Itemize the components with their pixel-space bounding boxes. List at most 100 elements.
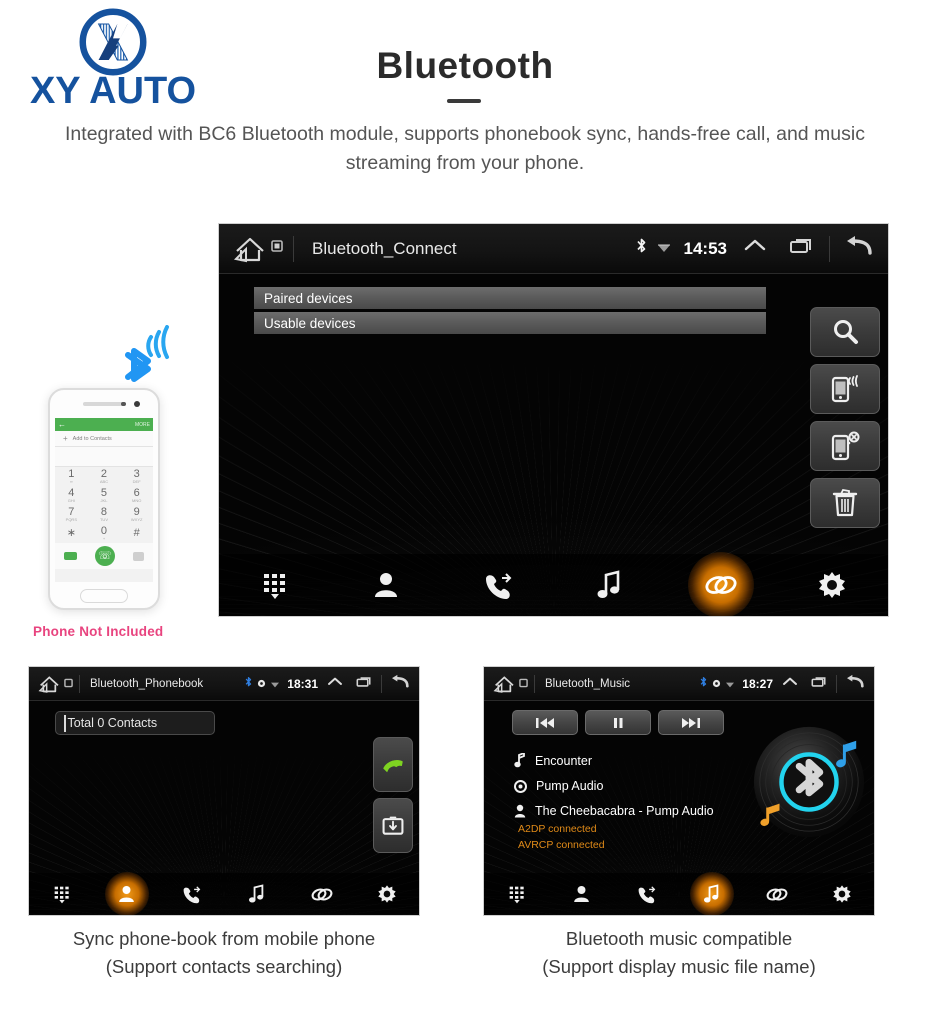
key-digit: # bbox=[133, 527, 140, 539]
status-icons: 14:53 bbox=[635, 235, 874, 262]
phone-key[interactable]: 8 TUV bbox=[88, 505, 121, 524]
phone-home-button[interactable] bbox=[80, 589, 128, 603]
nav-dialpad[interactable] bbox=[238, 557, 312, 613]
chevron-up-icon[interactable] bbox=[782, 675, 798, 693]
connect-device-button[interactable] bbox=[810, 364, 880, 414]
home-icon[interactable] bbox=[233, 234, 269, 264]
track-metadata: Encounter Pump Audio The Cheebacabra - P… bbox=[514, 753, 764, 854]
back-arrow-icon[interactable] bbox=[845, 674, 865, 694]
usable-devices-row[interactable]: Usable devices bbox=[254, 312, 766, 334]
phone-screen: ← MORE + Add to Contacts 1 ∞ 2 ABC 3 DEF 4G… bbox=[55, 418, 153, 582]
nav-call-history[interactable] bbox=[169, 875, 215, 913]
album-art bbox=[750, 723, 868, 841]
paired-devices-row[interactable]: Paired devices bbox=[254, 287, 766, 309]
screen-title: Bluetooth_Music bbox=[545, 677, 631, 690]
phone-disconnect-icon bbox=[831, 431, 860, 461]
nav-contacts[interactable] bbox=[559, 875, 605, 913]
phone-key[interactable]: # bbox=[120, 524, 153, 543]
next-button[interactable] bbox=[658, 710, 724, 735]
gear-icon bbox=[832, 885, 851, 903]
usable-devices-label: Usable devices bbox=[264, 315, 356, 331]
phone-key[interactable]: 7 PQRS bbox=[55, 505, 88, 524]
nav-connection[interactable] bbox=[754, 875, 800, 913]
phone-key[interactable]: 1 ∞ bbox=[55, 467, 88, 486]
nav-contacts[interactable] bbox=[104, 875, 150, 913]
phone-key[interactable]: 0 + bbox=[88, 524, 121, 543]
phone-key[interactable]: 2 ABC bbox=[88, 467, 121, 486]
bottom-nav[interactable] bbox=[29, 873, 419, 915]
recent-apps-icon[interactable] bbox=[811, 675, 828, 693]
plus-icon: + bbox=[63, 434, 68, 443]
bottom-nav[interactable] bbox=[484, 873, 874, 915]
dialpad-icon bbox=[509, 886, 524, 904]
track-title-row: Encounter bbox=[514, 753, 764, 768]
key-sub: MNO bbox=[131, 498, 142, 503]
recent-apps-icon[interactable] bbox=[356, 675, 373, 693]
call-icon[interactable]: ☏ bbox=[95, 546, 115, 566]
phone-key[interactable]: 5 JKL bbox=[88, 486, 121, 505]
nav-connection[interactable] bbox=[299, 875, 345, 913]
delete-device-button[interactable] bbox=[810, 478, 880, 528]
phone-dialpad[interactable]: 1 ∞ 2 ABC 3 DEF 4 GHI 5 JKL 6 MNO 7 PQRS 8 TUV 9… bbox=[55, 467, 153, 543]
phone-key[interactable]: 6 MNO bbox=[120, 486, 153, 505]
nav-music[interactable] bbox=[689, 875, 735, 913]
phonebook-caption: Sync phone-book from mobile phone (Suppo… bbox=[29, 925, 419, 981]
nav-call-history[interactable] bbox=[624, 875, 670, 913]
previous-track-icon bbox=[536, 717, 554, 728]
pause-icon bbox=[614, 717, 623, 728]
disc-icon bbox=[514, 779, 527, 793]
phone-key[interactable]: 4 GHI bbox=[55, 486, 88, 505]
nav-music[interactable] bbox=[572, 557, 646, 613]
transport-controls[interactable] bbox=[512, 710, 724, 735]
screen-title: Bluetooth_Phonebook bbox=[90, 677, 204, 690]
home-icon[interactable] bbox=[493, 674, 517, 694]
back-arrow-icon[interactable] bbox=[390, 674, 410, 694]
chevron-up-icon[interactable] bbox=[327, 675, 343, 693]
phone-speaker bbox=[83, 402, 125, 406]
phone-more-button[interactable]: MORE bbox=[135, 422, 150, 428]
contacts-icon bbox=[375, 573, 398, 597]
search-devices-button[interactable] bbox=[810, 307, 880, 357]
clock: 18:31 bbox=[287, 676, 318, 691]
previous-button[interactable] bbox=[512, 710, 578, 735]
download-contacts-icon bbox=[382, 816, 404, 835]
dial-button[interactable] bbox=[373, 737, 413, 792]
phone-key[interactable]: ∗ bbox=[55, 524, 88, 543]
nav-settings[interactable] bbox=[819, 875, 865, 913]
phone-add-contact-label: Add to Contacts bbox=[72, 435, 112, 442]
home-icon[interactable] bbox=[38, 674, 62, 694]
nav-settings[interactable] bbox=[364, 875, 410, 913]
phone-add-contact-row[interactable]: + Add to Contacts bbox=[55, 431, 153, 447]
nav-dialpad[interactable] bbox=[494, 875, 540, 913]
nav-settings[interactable] bbox=[795, 557, 869, 613]
key-sub: TUV bbox=[99, 517, 108, 522]
key-sub: GHI bbox=[67, 498, 75, 503]
sync-contacts-button[interactable] bbox=[373, 798, 413, 853]
disconnect-device-button[interactable] bbox=[810, 421, 880, 471]
person-icon bbox=[514, 804, 526, 818]
music-note-icon bbox=[248, 884, 264, 903]
clock: 14:53 bbox=[683, 238, 727, 258]
nav-music[interactable] bbox=[234, 875, 280, 913]
call-history-icon bbox=[183, 886, 201, 904]
music-caption-line1: Bluetooth music compatible bbox=[565, 928, 793, 949]
chevron-up-icon[interactable] bbox=[743, 237, 767, 260]
key-sub: ABC bbox=[99, 479, 109, 484]
key-sub: PQRS bbox=[65, 517, 77, 522]
title-underline bbox=[447, 99, 481, 103]
pause-button[interactable] bbox=[585, 710, 651, 735]
nav-dialpad[interactable] bbox=[39, 875, 85, 913]
recent-apps-icon[interactable] bbox=[789, 237, 815, 260]
phone-key[interactable]: 9 WXYZ bbox=[120, 505, 153, 524]
back-arrow-icon[interactable] bbox=[844, 235, 874, 262]
nav-call-history[interactable] bbox=[461, 557, 535, 613]
phone-back-icon[interactable]: ← bbox=[58, 420, 66, 429]
nav-contacts[interactable] bbox=[349, 557, 423, 613]
phone-key[interactable]: 3 DEF bbox=[120, 467, 153, 486]
bottom-nav[interactable] bbox=[219, 554, 888, 616]
video-call-icon[interactable] bbox=[64, 552, 77, 560]
nav-connection[interactable] bbox=[684, 557, 758, 613]
contacts-search-input[interactable]: Total 0 Contacts bbox=[55, 711, 215, 735]
backspace-icon[interactable] bbox=[133, 551, 144, 561]
dialpad-icon bbox=[54, 886, 69, 904]
